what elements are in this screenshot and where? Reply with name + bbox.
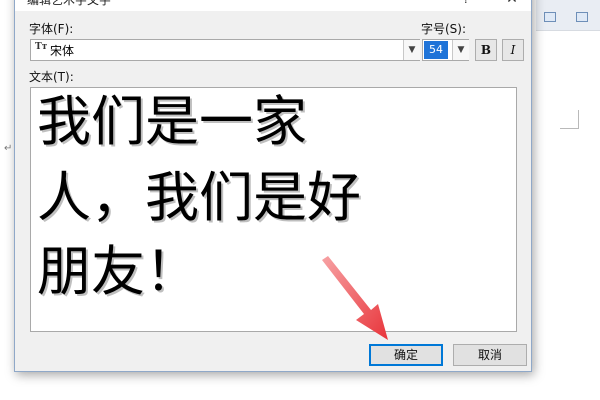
chevron-down-icon[interactable]: ▼ <box>452 40 469 60</box>
bold-button[interactable]: B <box>475 39 497 61</box>
chevron-down-icon[interactable]: ▼ <box>403 40 420 60</box>
ribbon-icon <box>576 12 588 22</box>
font-select[interactable]: Tт 宋体 ▼ <box>30 39 420 61</box>
size-select[interactable]: 54 ▼ <box>422 39 469 61</box>
font-select-value: 宋体 <box>50 44 75 58</box>
text-label: 文本(T): <box>29 70 74 84</box>
size-label: 字号(S): <box>421 22 467 36</box>
ribbon-icon <box>544 12 556 22</box>
wordart-text-input[interactable]: 我们是一家 人，我们是好 朋友！ <box>30 87 517 332</box>
paragraph-mark-icon: ↵ <box>4 143 13 154</box>
ribbon-fragment <box>536 0 600 31</box>
ok-button[interactable]: 确定 <box>369 344 443 366</box>
page-margin-mark <box>560 110 579 129</box>
dialog-title: 编辑艺术字文字 <box>27 0 112 7</box>
size-select-value: 54 <box>424 41 448 59</box>
truetype-icon: Tт <box>35 42 48 52</box>
wordart-edit-dialog: 编辑艺术字文字 ? ✕ 字体(F): 字号(S): Tт 宋体 ▼ 54 ▼ B… <box>14 0 532 372</box>
dialog-titlebar: 编辑艺术字文字 ? ✕ <box>15 0 531 11</box>
close-button[interactable]: ✕ <box>497 0 527 8</box>
cancel-button[interactable]: 取消 <box>453 344 527 366</box>
text-line: 人，我们是好 <box>37 166 361 229</box>
italic-button[interactable]: I <box>502 39 524 61</box>
font-label: 字体(F): <box>29 22 74 36</box>
help-button[interactable]: ? <box>457 0 475 8</box>
text-line: 朋友！ <box>37 240 199 303</box>
red-arrow-icon <box>322 256 388 340</box>
text-line: 我们是一家 <box>37 90 307 153</box>
